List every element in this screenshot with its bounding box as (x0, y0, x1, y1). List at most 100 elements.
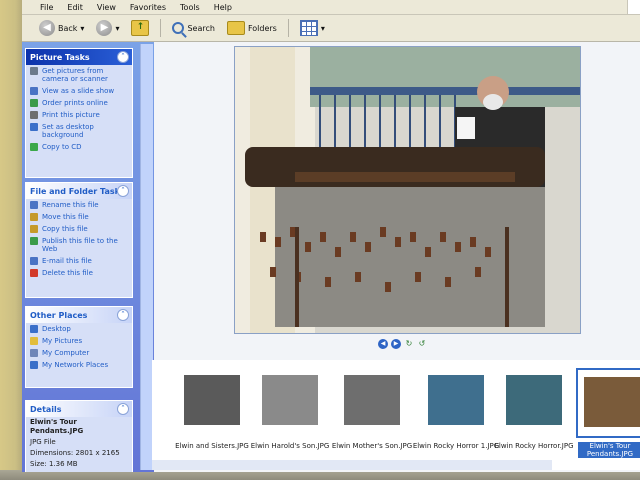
other-place-item[interactable]: Desktop (26, 323, 132, 335)
search-icon (172, 22, 185, 34)
menu-file[interactable]: File (40, 3, 53, 12)
previous-image-button[interactable]: ◀ (378, 339, 388, 349)
back-label: Back (58, 23, 78, 33)
picture-task-item[interactable]: View as a slide show (26, 85, 132, 97)
menu-favorites[interactable]: Favorites (130, 3, 166, 12)
chevron-down-icon: ▾ (80, 23, 85, 33)
filmstrip-thumbnail[interactable]: Elwin Mother's Son.JPG (332, 368, 412, 450)
filmstrip-thumbnail[interactable]: Elwin Rocky Horror.JPG (494, 368, 574, 450)
file-task-item-label: Publish this file to the Web (42, 237, 118, 253)
filmstrip-thumbnail[interactable]: Elwin Harold's Son.JPG (251, 368, 329, 450)
filmstrip-scrollbar[interactable] (152, 460, 552, 470)
file-task-item[interactable]: Rename this file (26, 199, 132, 211)
thumbnail-caption: Elwin Harold's Son.JPG (250, 442, 330, 450)
other-place-item-label: My Computer (42, 349, 90, 357)
file-folder-tasks-panel: File and Folder Tasks ˆ Rename this file… (25, 182, 133, 298)
file-task-item[interactable]: Move this file (26, 211, 132, 223)
collapse-icon[interactable]: ˆ (117, 403, 129, 415)
folders-label: Folders (247, 23, 277, 33)
search-label: Search (187, 23, 215, 33)
globe-icon (30, 99, 38, 107)
photo-preview (234, 46, 581, 334)
picture-task-item-label: Set as desktop background (42, 123, 94, 139)
delete-icon (30, 269, 38, 277)
file-task-item[interactable]: E-mail this file (26, 255, 132, 267)
menu-edit[interactable]: Edit (67, 3, 83, 12)
other-place-item[interactable]: My Computer (26, 347, 132, 359)
file-task-item[interactable]: Copy this file (26, 223, 132, 235)
views-button[interactable]: ▾ (297, 18, 328, 38)
filmstrip-thumbnail[interactable]: Elwin Rocky Horror 1.JPG (413, 368, 499, 450)
thumbnail-image (184, 375, 240, 425)
other-place-item[interactable]: My Network Places (26, 359, 132, 371)
viewer-controls: ◀ ▶ ↻ ↺ (378, 339, 427, 349)
camera-icon (30, 67, 38, 75)
details-title: Details (30, 404, 62, 414)
up-folder-button[interactable]: ↑ (128, 18, 152, 38)
file-folder-tasks-title: File and Folder Tasks (30, 186, 125, 196)
thumbnail-caption: Elwin Rocky Horror.JPG (494, 442, 574, 450)
desktop-icon (30, 123, 38, 131)
network-icon (30, 361, 38, 369)
slideshow-icon (30, 87, 38, 95)
picture-task-item[interactable]: Get pictures from camera or scanner (26, 65, 132, 85)
back-button[interactable]: ◀ Back ▾ (36, 18, 87, 38)
menu-tools[interactable]: Tools (180, 3, 200, 12)
cd-icon (30, 143, 38, 151)
details-panel: Details ˆ Elwin's Tour Pendants.JPG JPG … (25, 400, 133, 472)
rotate-clockwise-icon[interactable]: ↻ (404, 339, 414, 349)
menu-help[interactable]: Help (214, 3, 232, 12)
file-task-item-label: Rename this file (42, 201, 99, 209)
other-place-item[interactable]: My Pictures (26, 335, 132, 347)
picture-task-item[interactable]: Print this picture (26, 109, 132, 121)
folder-up-icon: ↑ (131, 20, 150, 36)
picture-task-item-label: Copy to CD (42, 143, 82, 151)
folder-icon (30, 337, 38, 345)
details-filetype: JPG File (30, 438, 56, 446)
back-arrow-icon: ◀ (39, 20, 55, 36)
file-folder-tasks-header[interactable]: File and Folder Tasks ˆ (26, 183, 132, 199)
picture-task-item[interactable]: Order prints online (26, 97, 132, 109)
rotate-counterclockwise-icon[interactable]: ↺ (417, 339, 427, 349)
forward-button[interactable]: ▶ ▾ (93, 18, 122, 38)
details-header[interactable]: Details ˆ (26, 401, 132, 417)
filmstrip-thumbnail[interactable]: Elwin's Tour Pendants.JPG (576, 368, 640, 458)
globe-icon (30, 237, 38, 245)
picture-tasks-title: Picture Tasks (30, 52, 90, 62)
photo-image (235, 47, 580, 333)
thumbnail-caption: Elwin Mother's Son.JPG (331, 442, 413, 450)
picture-tasks-header[interactable]: Picture Tasks ˆ (26, 49, 132, 65)
chevron-down-icon: ▾ (320, 23, 325, 33)
picture-task-item-label: View as a slide show (42, 87, 115, 95)
menu-view[interactable]: View (97, 3, 116, 12)
printer-icon (30, 111, 38, 119)
copy-icon (30, 225, 38, 233)
toolbar-separator (160, 19, 162, 37)
picture-task-item-label: Print this picture (42, 111, 100, 119)
details-dimensions: Dimensions: 2801 x 2165 (30, 449, 120, 457)
filmstrip: Elwin and Sisters.JPG Elwin Harold's Son.… (152, 360, 640, 470)
picture-task-item[interactable]: Copy to CD (26, 141, 132, 153)
file-task-item[interactable]: Publish this file to the Web (26, 235, 132, 255)
thumbnail-image (262, 375, 318, 425)
file-task-item-label: Delete this file (42, 269, 93, 277)
toolbar-separator (287, 19, 289, 37)
next-image-button[interactable]: ▶ (391, 339, 401, 349)
menu-bar: File Edit View Favorites Tools Help (22, 0, 640, 15)
picture-task-item[interactable]: Set as desktop background (26, 121, 132, 141)
search-button[interactable]: Search (169, 18, 217, 38)
toolbar: ◀ Back ▾ ▶ ▾ ↑ Search Folders ▾ (22, 15, 640, 42)
other-places-header[interactable]: Other Places ˆ (26, 307, 132, 323)
collapse-icon[interactable]: ˆ (117, 51, 129, 63)
other-places-title: Other Places (30, 310, 88, 320)
folders-button[interactable]: Folders (224, 18, 280, 38)
collapse-icon[interactable]: ˆ (117, 185, 129, 197)
other-place-item-label: Desktop (42, 325, 71, 333)
monitor-bezel-left (0, 0, 22, 480)
move-icon (30, 213, 38, 221)
views-icon (299, 20, 318, 36)
file-task-item[interactable]: Delete this file (26, 267, 132, 279)
filmstrip-thumbnail[interactable]: Elwin and Sisters.JPG (175, 368, 249, 450)
picture-task-item-label: Get pictures from camera or scanner (42, 67, 108, 83)
collapse-icon[interactable]: ˆ (117, 309, 129, 321)
